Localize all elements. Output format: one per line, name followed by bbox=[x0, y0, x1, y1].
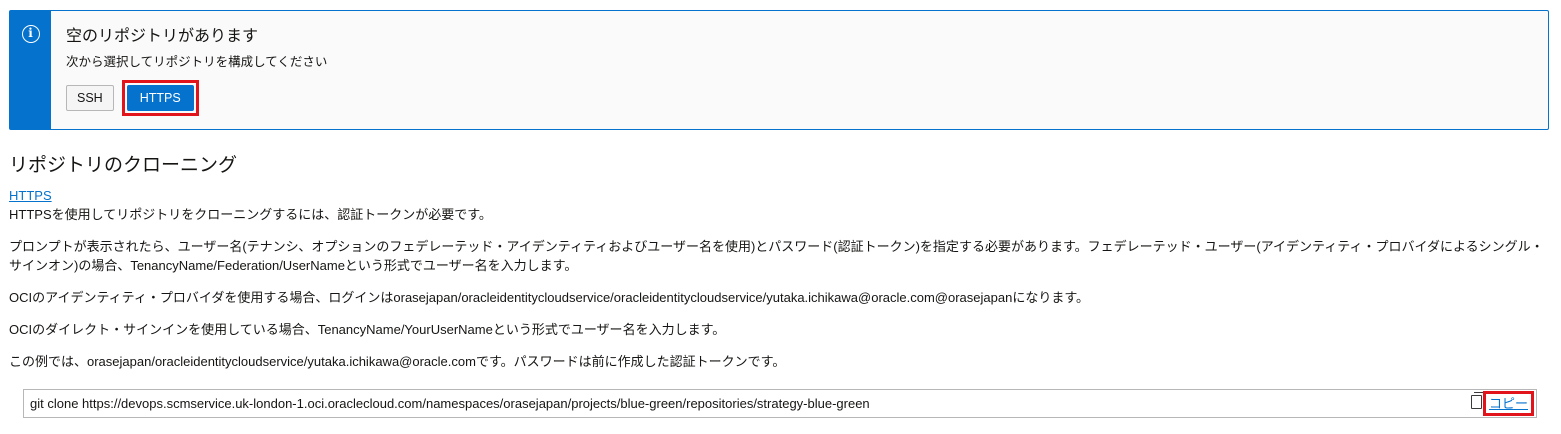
paragraph-token-required: HTTPSを使用してリポジトリをクローニングするには、認証トークンが必要です。 bbox=[9, 207, 492, 222]
copy-link[interactable]: コピー bbox=[1489, 396, 1528, 411]
clone-command-field[interactable]: git clone https://devops.scmservice.uk-l… bbox=[23, 389, 1537, 418]
clone-command-text: git clone https://devops.scmservice.uk-l… bbox=[30, 396, 870, 411]
https-button-highlight: HTTPS bbox=[121, 80, 199, 116]
https-button[interactable]: HTTPS bbox=[126, 85, 194, 111]
banner-title: 空のリポジトリがあります bbox=[66, 26, 259, 45]
paragraph-example: この例では、orasejapan/oracleidentitycloudserv… bbox=[9, 354, 786, 369]
banner-subtitle: 次から選択してリポジトリを構成してください bbox=[66, 54, 328, 69]
paragraph-identity-provider: OCIのアイデンティティ・プロバイダを使用する場合、ログインはorasejapa… bbox=[9, 290, 1090, 305]
info-icon: i bbox=[21, 25, 40, 43]
banner-body: 空のリポジトリがあります 次から選択してリポジトリを構成してください SSH H… bbox=[51, 11, 327, 129]
copy-link-highlight: コピー bbox=[1482, 391, 1534, 416]
ssh-button[interactable]: SSH bbox=[66, 85, 114, 111]
empty-repo-banner: i 空のリポジトリがあります 次から選択してリポジトリを構成してください SSH… bbox=[9, 10, 1549, 130]
https-link[interactable]: HTTPS bbox=[9, 186, 52, 205]
copy-icon[interactable] bbox=[1471, 392, 1485, 409]
clone-instructions: HTTPS HTTPSを使用してリポジトリをクローニングするには、認証トークンが… bbox=[9, 186, 1554, 371]
section-title: リポジトリのクローニング bbox=[9, 154, 238, 176]
protocol-button-row: SSH HTTPS bbox=[66, 80, 327, 116]
banner-strip: i bbox=[10, 11, 51, 129]
paragraph-direct-signin: OCIのダイレクト・サインインを使用している場合、TenancyName/You… bbox=[9, 322, 726, 337]
paragraph-username-format: プロンプトが表示されたら、ユーザー名(テナンシ、オプションのフェデレーテッド・ア… bbox=[9, 239, 1544, 273]
